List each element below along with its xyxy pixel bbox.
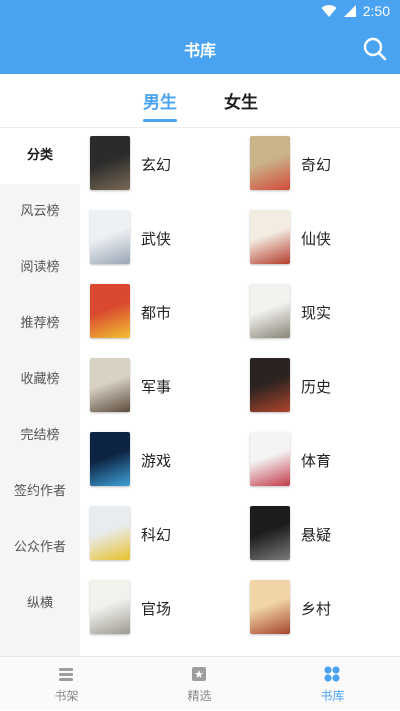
sidebar-item[interactable]: 阅读榜 bbox=[0, 240, 80, 296]
gender-tabs: 男生 女生 bbox=[0, 74, 400, 128]
tab-male[interactable]: 男生 bbox=[143, 88, 177, 113]
wifi-icon bbox=[321, 5, 337, 18]
category-item[interactable]: 体育 bbox=[240, 424, 390, 486]
nav-bookshelf[interactable]: 书架 bbox=[0, 657, 133, 711]
category-label: 体育 bbox=[301, 452, 332, 470]
sidebar-item[interactable]: 签约作者 bbox=[0, 464, 80, 520]
bookshelf-icon bbox=[59, 668, 73, 681]
book-cover bbox=[90, 432, 130, 486]
category-item[interactable]: 科幻 bbox=[80, 498, 230, 560]
category-item[interactable]: 军事 bbox=[80, 350, 230, 412]
tab-female[interactable]: 女生 bbox=[224, 88, 258, 113]
book-cover bbox=[250, 432, 290, 486]
category-label: 历史 bbox=[301, 378, 332, 396]
library-icon bbox=[324, 666, 340, 682]
book-cover bbox=[250, 580, 290, 634]
sidebar: 分类 风云榜 阅读榜 推荐榜 收藏榜 完结榜 签约作者 公众作者 纵横 bbox=[0, 128, 80, 656]
book-cover bbox=[90, 580, 130, 634]
category-label: 奇幻 bbox=[301, 156, 332, 174]
status-time: 2:50 bbox=[362, 3, 390, 19]
book-cover bbox=[90, 358, 130, 412]
sidebar-item[interactable]: 公众作者 bbox=[0, 520, 80, 576]
nav-featured[interactable]: 精选 bbox=[133, 657, 266, 711]
status-bar: 2:50 bbox=[0, 0, 400, 24]
category-label: 仙侠 bbox=[301, 230, 332, 248]
category-item[interactable]: 玄幻 bbox=[80, 128, 230, 190]
tab-indicator bbox=[143, 119, 177, 122]
category-label: 科幻 bbox=[141, 526, 172, 544]
nav-bookshelf-label: 书架 bbox=[54, 689, 79, 703]
category-label: 武侠 bbox=[141, 230, 172, 248]
nav-library-label: 书库 bbox=[320, 689, 345, 703]
category-label: 游戏 bbox=[141, 452, 172, 470]
category-label: 官场 bbox=[141, 600, 172, 618]
sidebar-item[interactable]: 纵横 bbox=[0, 576, 80, 632]
category-item[interactable]: 仙侠 bbox=[240, 202, 390, 264]
sidebar-item[interactable]: 推荐榜 bbox=[0, 296, 80, 352]
category-item[interactable]: 游戏 bbox=[80, 424, 230, 486]
category-item[interactable]: 官场 bbox=[80, 572, 230, 634]
category-grid: 玄幻 奇幻武侠 仙侠都市 现实军事 历史游戏 体育科幻 悬疑官场 乡村 bbox=[80, 128, 400, 656]
featured-icon bbox=[192, 667, 206, 681]
bottom-nav: 书架 精选 书库 bbox=[0, 656, 400, 710]
sidebar-item[interactable]: 完结榜 bbox=[0, 408, 80, 464]
nav-library[interactable]: 书库 bbox=[266, 657, 399, 711]
app-bar: 书库 bbox=[0, 24, 400, 74]
page-title: 书库 bbox=[183, 41, 216, 60]
nav-featured-label: 精选 bbox=[187, 689, 212, 703]
sidebar-item[interactable]: 收藏榜 bbox=[0, 352, 80, 408]
search-icon[interactable] bbox=[362, 36, 388, 62]
book-cover bbox=[90, 506, 130, 560]
category-label: 悬疑 bbox=[301, 526, 332, 544]
sidebar-item[interactable]: 风云榜 bbox=[0, 184, 80, 240]
book-cover bbox=[250, 358, 290, 412]
category-item[interactable]: 武侠 bbox=[80, 202, 230, 264]
book-cover bbox=[250, 210, 290, 264]
category-item[interactable]: 奇幻 bbox=[240, 128, 390, 190]
category-item[interactable]: 历史 bbox=[240, 350, 390, 412]
book-cover bbox=[250, 284, 290, 338]
book-cover bbox=[90, 284, 130, 338]
signal-icon bbox=[343, 5, 356, 17]
category-item[interactable]: 乡村 bbox=[240, 572, 390, 634]
book-cover bbox=[90, 136, 130, 190]
category-label: 军事 bbox=[141, 378, 172, 396]
category-label: 玄幻 bbox=[141, 156, 172, 174]
category-label: 乡村 bbox=[301, 600, 332, 618]
category-item[interactable]: 现实 bbox=[240, 276, 390, 338]
book-cover bbox=[90, 210, 130, 264]
category-label: 都市 bbox=[141, 304, 172, 322]
category-item[interactable]: 都市 bbox=[80, 276, 230, 338]
sidebar-item[interactable]: 分类 bbox=[0, 128, 80, 184]
category-label: 现实 bbox=[301, 304, 332, 322]
book-cover bbox=[250, 506, 290, 560]
book-cover bbox=[250, 136, 290, 190]
category-item[interactable]: 悬疑 bbox=[240, 498, 390, 560]
